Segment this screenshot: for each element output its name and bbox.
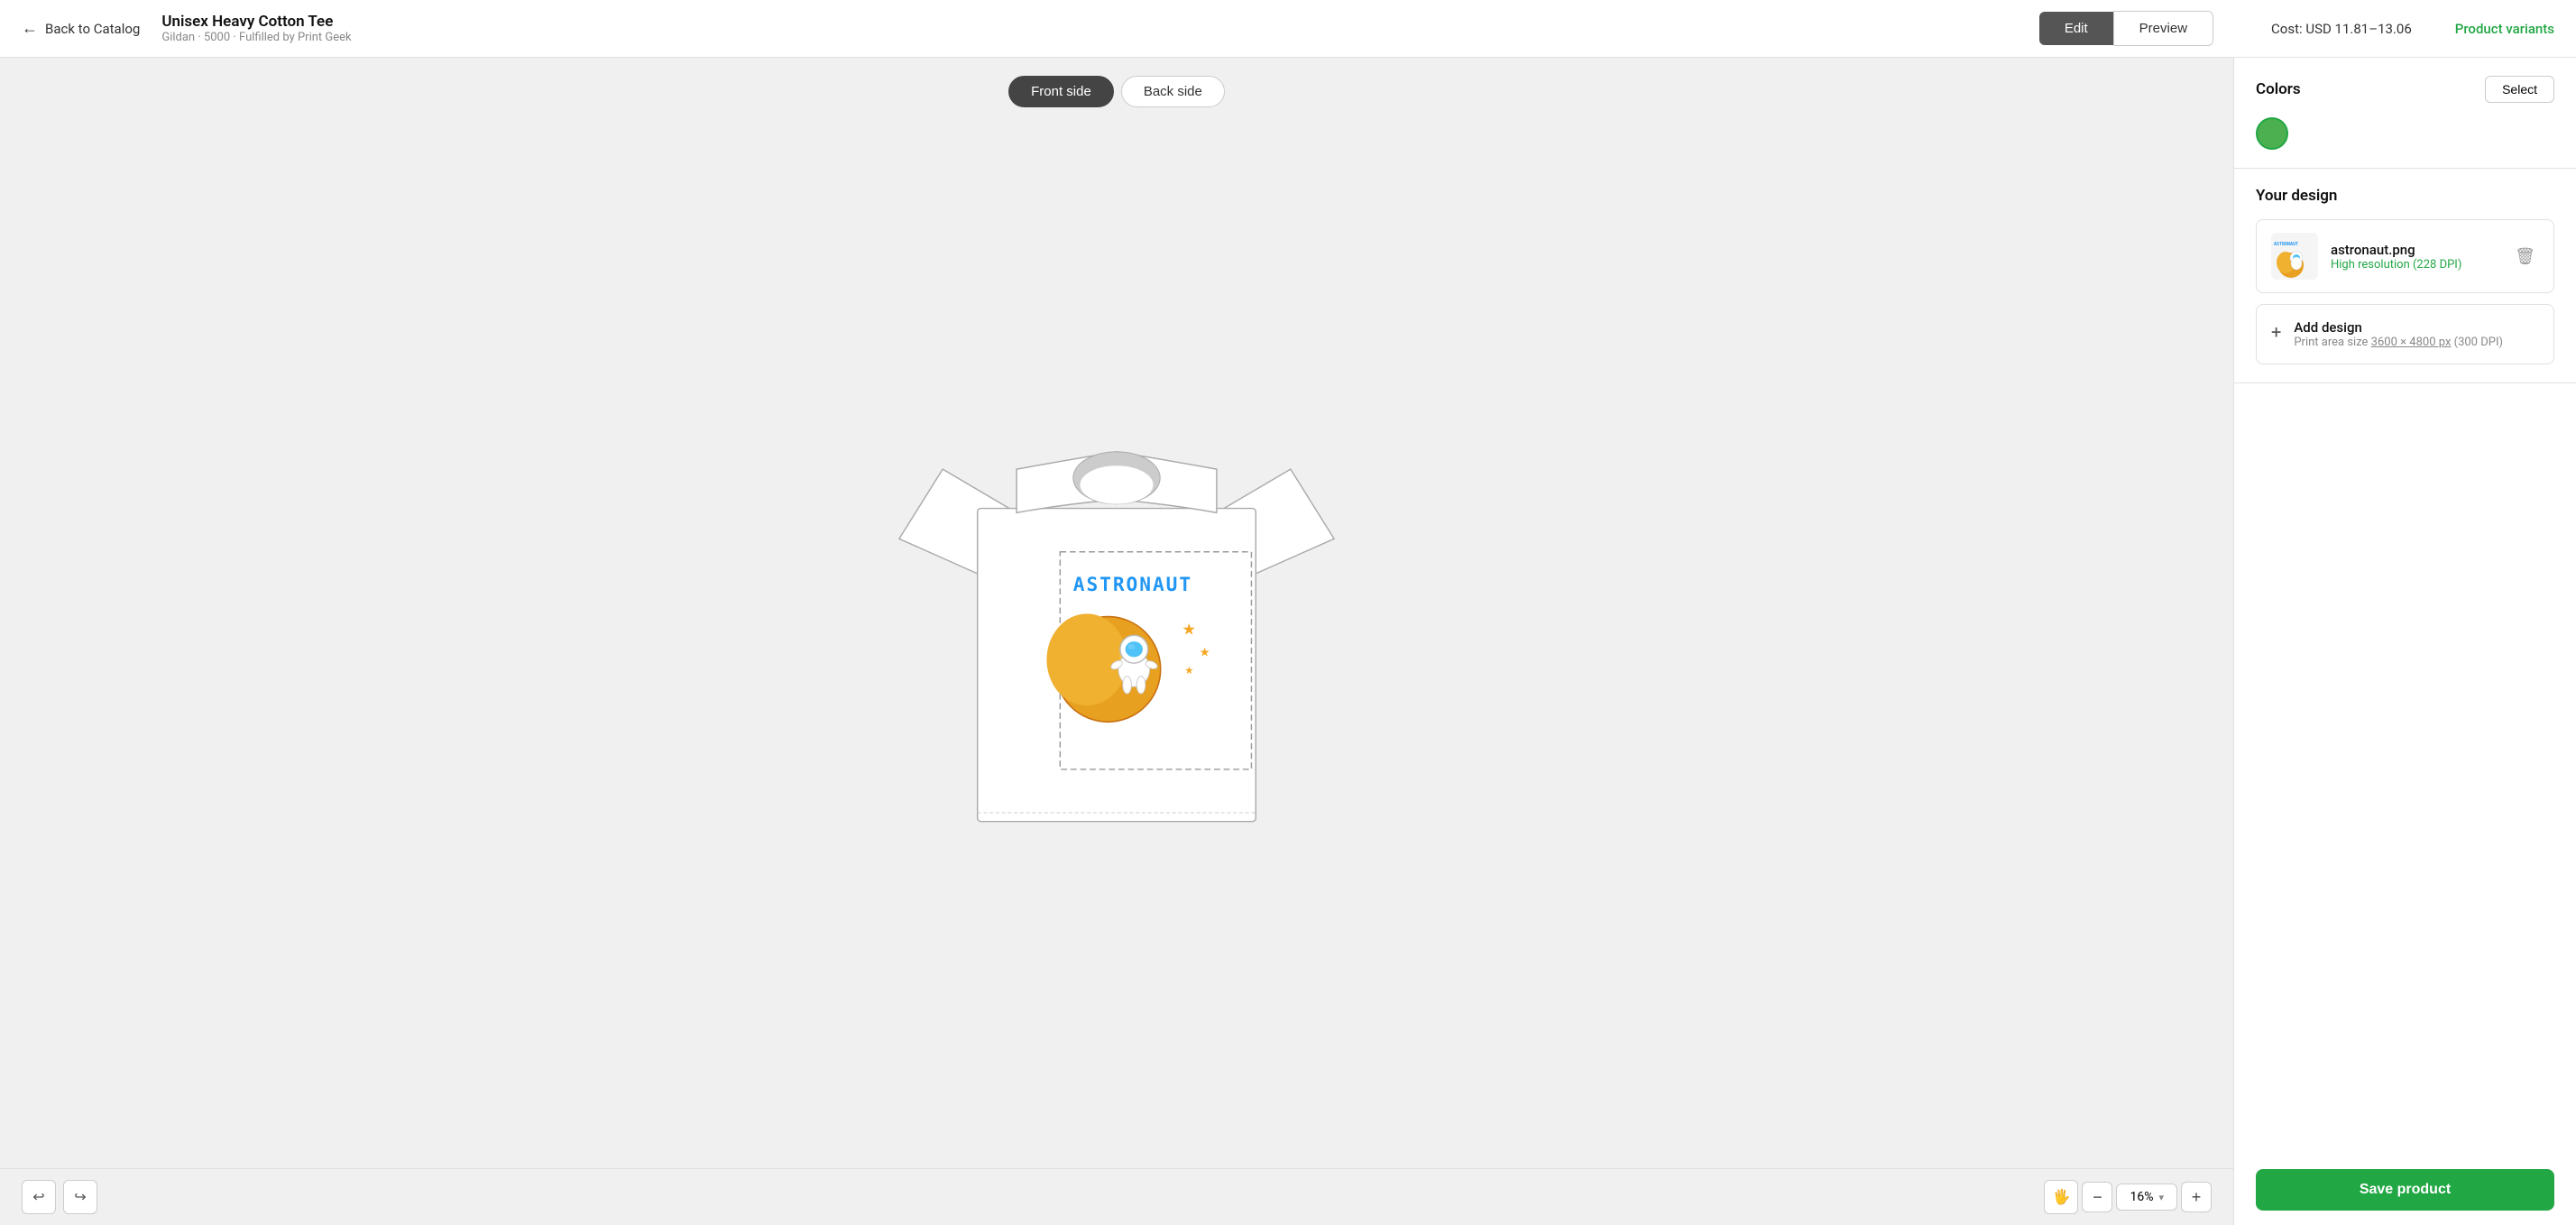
zoom-out-button[interactable]: −	[2082, 1182, 2112, 1212]
svg-text:ASTRONAUT: ASTRONAUT	[2274, 242, 2298, 247]
add-design-label: Add design	[2294, 319, 2503, 336]
header-actions: Edit Preview	[2039, 11, 2213, 46]
edit-button[interactable]: Edit	[2039, 12, 2113, 45]
svg-text:★: ★	[1200, 645, 1210, 659]
product-info: Unisex Heavy Cotton Tee Gildan · 5000 · …	[161, 13, 351, 44]
side-tabs: Front side Back side	[0, 58, 2233, 118]
zoom-controls: 🖐 − 16% ▾ +	[2044, 1180, 2212, 1214]
tshirt-wrapper: ASTRONAUT	[882, 400, 1351, 887]
design-item: ASTRONAUT astronaut.png High resolution …	[2256, 219, 2554, 293]
undo-icon: ↩	[32, 1188, 44, 1206]
bottom-bar: ↩ ↪ 🖐 − 16% ▾ +	[0, 1168, 2233, 1225]
sidebar-spacer	[2234, 383, 2576, 1155]
your-design-section: Your design ASTRONAUT ast	[2234, 169, 2576, 383]
add-plus-icon: +	[2271, 321, 2281, 343]
print-area-size: 3600 × 4800 px	[2371, 336, 2452, 349]
colors-section: Colors Select	[2234, 58, 2576, 169]
trash-icon: 🗑	[2515, 247, 2535, 265]
product-title: Unisex Heavy Cotton Tee	[161, 13, 351, 31]
colors-title: Colors	[2256, 80, 2301, 98]
right-sidebar: Colors Select Your design ASTRONAUT	[2233, 58, 2576, 1225]
tab-front-side[interactable]: Front side	[1008, 76, 1114, 107]
colors-section-header: Colors Select	[2256, 76, 2554, 103]
svg-text:★: ★	[1184, 664, 1193, 677]
header: ← Back to Catalog Unisex Heavy Cotton Te…	[0, 0, 2576, 58]
design-name: astronaut.png	[2331, 242, 2498, 258]
tab-back-side[interactable]: Back side	[1121, 76, 1225, 107]
main-layout: Front side Back side	[0, 58, 2576, 1225]
hand-icon: 🖐	[2053, 1188, 2071, 1206]
print-area-dpi: (300 DPI)	[2451, 336, 2503, 349]
zoom-value: 16%	[2130, 1190, 2153, 1204]
zoom-in-button[interactable]: +	[2181, 1182, 2212, 1212]
save-bar: Save product	[2234, 1155, 2576, 1225]
preview-button[interactable]: Preview	[2113, 11, 2213, 46]
hand-tool-button[interactable]: 🖐	[2044, 1180, 2078, 1214]
redo-icon: ↪	[74, 1188, 86, 1206]
color-swatch-green[interactable]	[2256, 117, 2288, 150]
canvas-area: Front side Back side	[0, 58, 2233, 1225]
back-label: Back to Catalog	[45, 21, 140, 37]
delete-design-button[interactable]: 🗑	[2511, 244, 2539, 270]
tshirt-svg: ASTRONAUT	[882, 400, 1351, 887]
product-subtitle: Gildan · 5000 · Fulfilled by Print Geek	[161, 31, 351, 44]
add-design-info: Add design Print area size 3600 × 4800 p…	[2294, 319, 2503, 349]
add-design-sub: Print area size 3600 × 4800 px (300 DPI)	[2294, 336, 2503, 349]
design-resolution: High resolution (228 DPI)	[2331, 258, 2498, 272]
design-thumbnail: ASTRONAUT	[2271, 233, 2318, 280]
design-info: astronaut.png High resolution (228 DPI)	[2331, 242, 2498, 272]
print-area-prefix: Print area size	[2294, 336, 2370, 349]
select-button[interactable]: Select	[2485, 76, 2554, 103]
undo-redo-group: ↩ ↪	[22, 1180, 97, 1214]
tshirt-container: ASTRONAUT	[0, 118, 2233, 1168]
zoom-display[interactable]: 16% ▾	[2116, 1184, 2177, 1211]
minus-icon: −	[2093, 1188, 2102, 1207]
back-arrow-icon: ←	[22, 19, 38, 38]
plus-icon: +	[2192, 1188, 2202, 1207]
colors-row	[2256, 117, 2554, 150]
add-design-item[interactable]: + Add design Print area size 3600 × 4800…	[2256, 304, 2554, 364]
save-product-button[interactable]: Save product	[2256, 1169, 2554, 1211]
back-to-catalog-link[interactable]: ← Back to Catalog	[22, 19, 140, 38]
svg-text:★: ★	[1182, 621, 1196, 639]
redo-button[interactable]: ↪	[63, 1180, 97, 1214]
zoom-chevron-icon: ▾	[2158, 1192, 2164, 1203]
cost-label: Cost: USD 11.81–13.06	[2271, 21, 2412, 37]
your-design-title: Your design	[2256, 187, 2554, 205]
product-variants-link[interactable]: Product variants	[2455, 21, 2554, 37]
undo-button[interactable]: ↩	[22, 1180, 56, 1214]
svg-text:ASTRONAUT: ASTRONAUT	[1073, 574, 1192, 596]
